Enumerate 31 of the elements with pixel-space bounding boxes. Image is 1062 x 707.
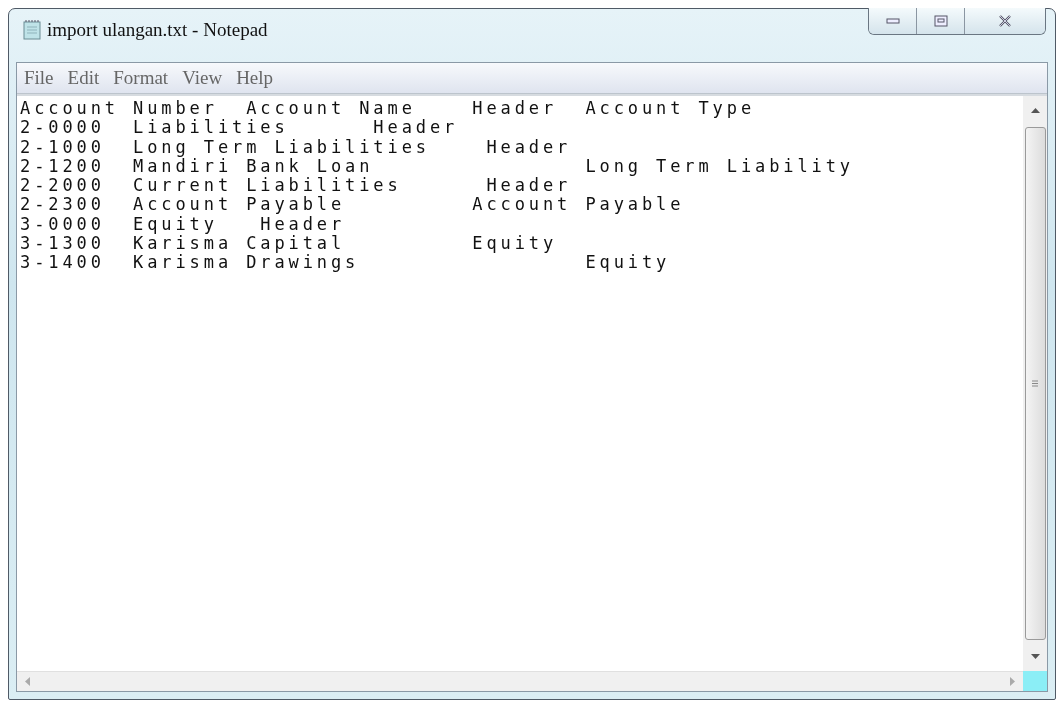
text-line: 2-2000 Current Liabilities Header: [20, 176, 573, 196]
close-icon: [998, 15, 1012, 27]
vertical-scrollbar[interactable]: [1023, 96, 1047, 671]
text-line: 2-1000 Long Term Liabilities Header: [20, 137, 573, 157]
notepad-icon: [23, 19, 41, 40]
scroll-left-arrow-icon[interactable]: [25, 677, 30, 686]
window-title: import ulangan.txt - Notepad: [47, 18, 268, 41]
text-line: 2-2300 Account Payable Account Payable: [20, 195, 686, 215]
size-grip[interactable]: [1023, 671, 1047, 691]
menu-item[interactable]: View: [182, 67, 223, 89]
scroll-right-arrow-icon[interactable]: [1010, 677, 1015, 686]
grip-lines-icon: [1032, 380, 1038, 387]
text-line: 2-0000 Liabilities Header: [20, 118, 460, 138]
menu-item[interactable]: File: [24, 67, 54, 89]
maximize-button[interactable]: [917, 8, 965, 34]
horizontal-scrollbar[interactable]: [17, 671, 1023, 691]
maximize-icon: [933, 15, 948, 27]
menu-item[interactable]: Edit: [67, 67, 100, 89]
text-line: 3-0000 Equity Header: [20, 214, 347, 235]
menu-item[interactable]: Format: [113, 67, 169, 89]
menu-item[interactable]: Help: [236, 67, 274, 89]
text-line: 3-1300 Karisma Capital Equity: [20, 234, 559, 254]
close-button[interactable]: [965, 8, 1045, 34]
minimize-button[interactable]: [869, 8, 917, 34]
scrollbar-thumb[interactable]: [1024, 127, 1046, 640]
minimize-icon: [885, 17, 900, 25]
scroll-down-arrow-icon[interactable]: [1030, 654, 1040, 659]
text-line: 2-1200 Mandiri Bank Loan Long Term Liability: [20, 156, 855, 177]
scroll-up-arrow-icon[interactable]: [1030, 108, 1040, 113]
text-line: Account Number Account Name Header Account Type: [20, 99, 756, 119]
text-line: 3-1400 Karisma Drawings Equity: [20, 253, 672, 273]
